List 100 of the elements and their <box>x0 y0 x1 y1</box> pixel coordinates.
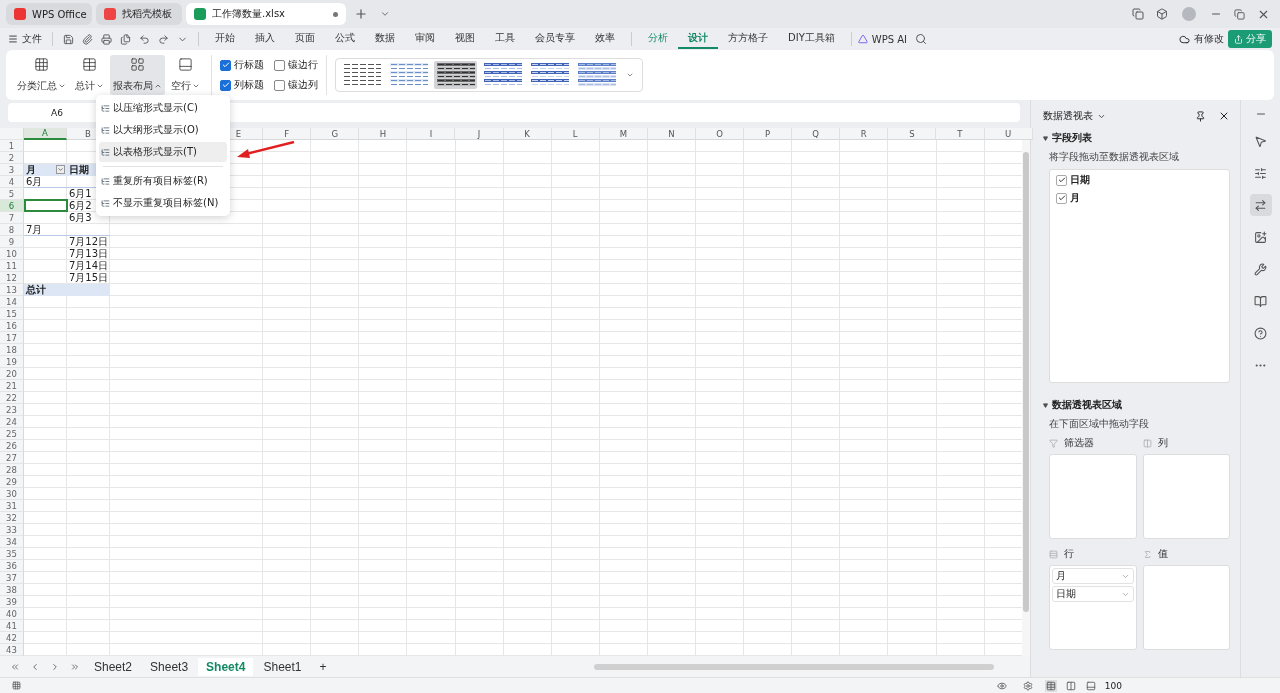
row-header[interactable]: 37 <box>0 572 24 584</box>
sheet-tab[interactable]: Sheet4 <box>198 657 254 676</box>
column-header[interactable]: A <box>24 128 67 140</box>
ribbon-button[interactable]: 报表布局 <box>110 55 165 95</box>
ribbon-tab[interactable]: 公式 <box>325 29 365 49</box>
column-header[interactable]: U <box>984 128 1033 140</box>
sheet-tab[interactable]: Sheet1 <box>255 657 310 676</box>
row-header[interactable]: 11 <box>0 260 24 272</box>
area-label: 筛选器 <box>1064 436 1094 450</box>
row-header[interactable]: 36 <box>0 560 24 572</box>
column-header[interactable]: G <box>311 128 360 140</box>
row-header[interactable]: 31 <box>0 500 24 512</box>
sheet-tab[interactable]: Sheet2 <box>86 657 141 676</box>
row-header[interactable]: 43 <box>0 644 24 656</box>
row-header[interactable]: 8 <box>0 224 24 236</box>
ribbon-tab[interactable]: 开始 <box>205 29 245 49</box>
row-header[interactable]: 18 <box>0 344 24 356</box>
column-header[interactable]: J <box>455 128 504 140</box>
sync-status[interactable]: 有修改 <box>1194 32 1224 46</box>
add-sheet-button[interactable]: + <box>311 657 335 676</box>
sheet-tab[interactable]: Sheet3 <box>142 657 197 676</box>
column-header[interactable]: P <box>744 128 793 140</box>
menu-item[interactable]: 以表格形式显示(T) <box>99 142 227 162</box>
row-header[interactable]: 29 <box>0 476 24 488</box>
row-header[interactable]: 13 <box>0 284 24 296</box>
row-header[interactable]: 19 <box>0 356 24 368</box>
ribbon-button[interactable]: 总计 <box>72 55 107 95</box>
row-header[interactable]: 23 <box>0 404 24 416</box>
area-field[interactable]: 月 <box>1052 568 1134 584</box>
column-header[interactable]: M <box>599 128 648 140</box>
ribbon-tab[interactable]: 效率 <box>585 29 625 49</box>
document-tab[interactable]: 找稻壳模板 <box>96 3 182 25</box>
row-header[interactable]: 3 <box>0 164 24 176</box>
row-header[interactable]: 32 <box>0 512 24 524</box>
ribbon-button[interactable]: 空行 <box>168 55 203 95</box>
row-header[interactable]: 42 <box>0 632 24 644</box>
row-header[interactable]: 26 <box>0 440 24 452</box>
column-header[interactable]: S <box>888 128 937 140</box>
row-header[interactable]: 25 <box>0 428 24 440</box>
panel-title[interactable]: 数据透视表 <box>1043 109 1093 123</box>
row-header[interactable]: 12 <box>0 272 24 284</box>
checkbox-label: 行标题 <box>234 58 264 72</box>
column-header[interactable]: H <box>359 128 408 140</box>
row-header[interactable]: 27 <box>0 452 24 464</box>
row-header[interactable]: 38 <box>0 584 24 596</box>
ribbon-tab[interactable]: 方方格子 <box>718 29 778 49</box>
row-header[interactable]: 21 <box>0 380 24 392</box>
ribbon-tab[interactable]: DIY工具箱 <box>778 29 845 49</box>
drop-area[interactable]: 月 日期 <box>1049 565 1137 650</box>
ribbon-button[interactable]: 分类汇总 <box>14 55 69 95</box>
area-field[interactable]: 日期 <box>1052 586 1134 602</box>
row-header[interactable]: 22 <box>0 392 24 404</box>
row-header[interactable]: 34 <box>0 536 24 548</box>
row-header[interactable]: 35 <box>0 548 24 560</box>
row-header[interactable]: 40 <box>0 608 24 620</box>
ribbon-tab[interactable]: 页面 <box>285 29 325 49</box>
ribbon-tab[interactable]: 视图 <box>445 29 485 49</box>
row-header[interactable]: 28 <box>0 464 24 476</box>
field-hint: 将字段拖动至数据透视表区域 <box>1048 150 1180 164</box>
row-header[interactable]: 39 <box>0 596 24 608</box>
column-header[interactable]: T <box>936 128 985 140</box>
ribbon-tab[interactable]: 分析 <box>638 29 678 49</box>
row-header[interactable]: 10 <box>0 248 24 260</box>
document-tab[interactable]: WPS Office <box>6 3 92 25</box>
section-title: 字段列表 <box>1052 131 1092 145</box>
row-header[interactable]: 1 <box>0 140 24 152</box>
row-header[interactable]: 4 <box>0 176 24 188</box>
column-header[interactable]: I <box>407 128 456 140</box>
row-header[interactable]: 7 <box>0 212 24 224</box>
row-header[interactable]: 2 <box>0 152 24 164</box>
row-header[interactable]: 17 <box>0 332 24 344</box>
row-header[interactable]: 16 <box>0 320 24 332</box>
file-menu[interactable]: 文件 <box>22 32 42 46</box>
row-header[interactable]: 41 <box>0 620 24 632</box>
column-header[interactable]: N <box>647 128 696 140</box>
row-header[interactable]: 14 <box>0 296 24 308</box>
ribbon-tab[interactable]: 插入 <box>245 29 285 49</box>
ribbon-tab[interactable]: 工具 <box>485 29 525 49</box>
row-header[interactable]: 15 <box>0 308 24 320</box>
row-header[interactable]: 9 <box>0 236 24 248</box>
menu-item[interactable]: 不显示重复项目标签(N) <box>99 193 227 213</box>
column-header[interactable]: Q <box>792 128 841 140</box>
row-header[interactable]: 6 <box>0 200 24 212</box>
column-header[interactable]: L <box>551 128 600 140</box>
document-tab[interactable]: 工作簿数量.xlsx <box>186 3 346 25</box>
row-header[interactable]: 30 <box>0 488 24 500</box>
row-header[interactable]: 24 <box>0 416 24 428</box>
ribbon-tab[interactable]: 审阅 <box>405 29 445 49</box>
row-header[interactable]: 33 <box>0 524 24 536</box>
row-header[interactable]: 5 <box>0 188 24 200</box>
ribbon-tab[interactable]: 会员专享 <box>525 29 585 49</box>
column-header[interactable]: O <box>695 128 745 140</box>
ribbon-tab[interactable]: 数据 <box>365 29 405 49</box>
column-header[interactable]: R <box>840 128 889 140</box>
column-header[interactable]: K <box>503 128 552 140</box>
row-header[interactable]: 20 <box>0 368 24 380</box>
table-cell-text: 6月3 <box>68 212 93 224</box>
ai-button[interactable]: WPS AI <box>871 33 907 45</box>
zoom-level[interactable]: 100 <box>1104 680 1122 691</box>
column-header[interactable]: F <box>263 128 312 140</box>
